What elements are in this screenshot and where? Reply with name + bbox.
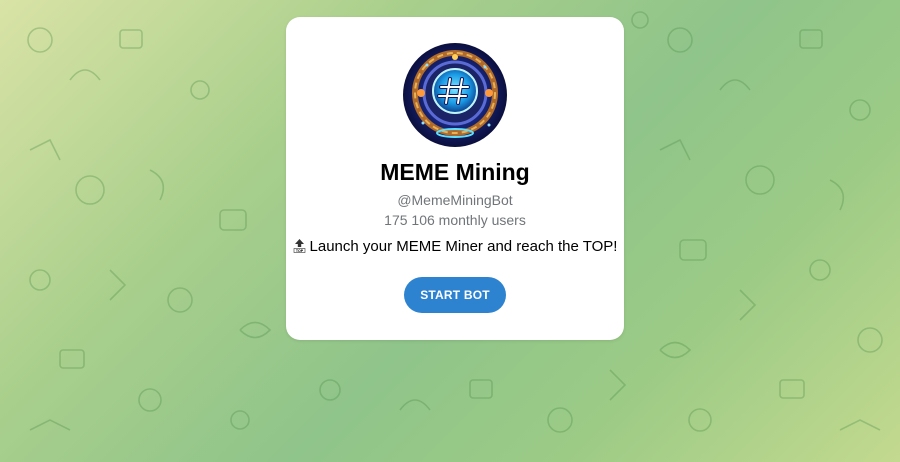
bot-username: @MemeMiningBot — [397, 192, 513, 208]
bot-description-text: Launch your MEME Miner and reach the TOP… — [309, 238, 618, 255]
monthly-users-count: 175 106 monthly users — [384, 212, 526, 228]
svg-text:TOP: TOP — [295, 249, 303, 253]
bot-profile-card: MEME Mining @MemeMiningBot 175 106 month… — [286, 17, 624, 340]
bot-avatar — [403, 43, 507, 147]
bot-description: TOP Launch your MEME Miner and reach the… — [286, 238, 624, 255]
bot-name: MEME Mining — [380, 159, 530, 185]
top-arrow-icon: TOP — [293, 238, 306, 253]
start-bot-button[interactable]: START BOT — [404, 277, 506, 313]
